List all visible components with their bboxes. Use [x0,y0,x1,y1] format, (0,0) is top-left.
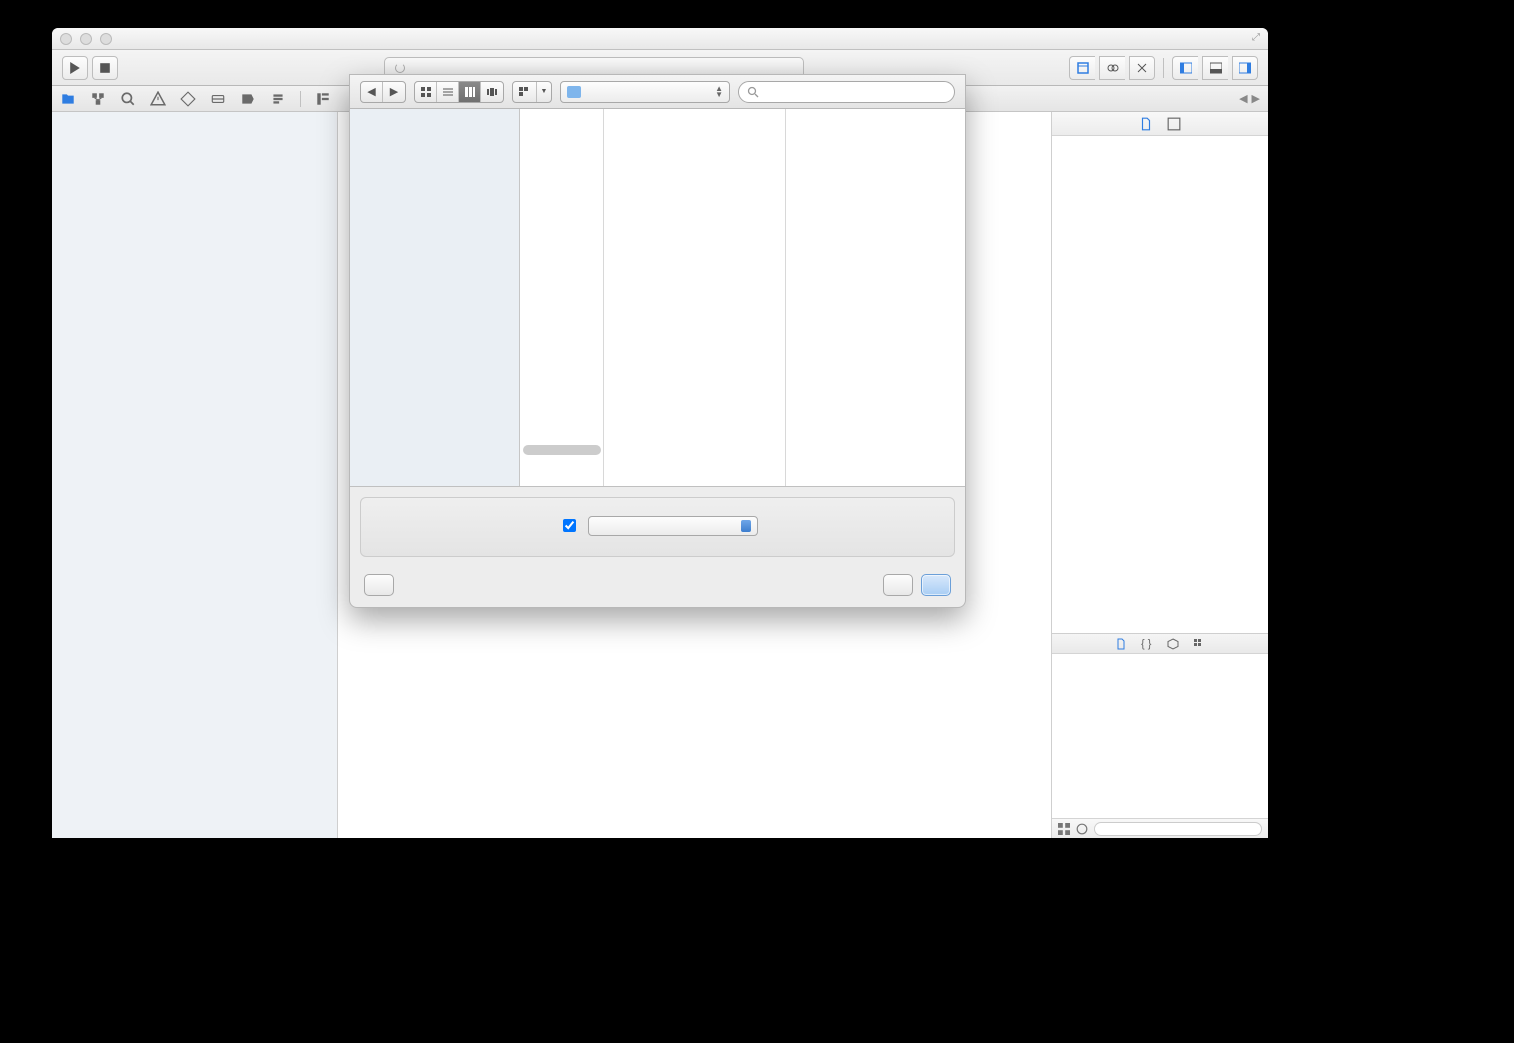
browser-col1-partial[interactable] [520,109,604,486]
favorites-header [350,109,519,123]
spinner-icon [395,63,405,73]
symbol-nav-icon[interactable] [90,91,106,107]
git-checkbox[interactable] [563,519,576,532]
library-panel: { } [1052,633,1268,838]
forward-arrow-icon[interactable]: ▶ [1252,92,1260,105]
source-control-box [360,497,955,557]
issue-nav-icon[interactable] [150,91,166,107]
code-snippet-icon[interactable]: { } [1141,638,1153,650]
quickhelp-icon[interactable] [1167,117,1181,131]
forward-icon[interactable]: ▶ [383,82,405,102]
browser-col3[interactable] [786,109,965,486]
library-footer [1052,818,1268,838]
list-view-icon[interactable] [437,82,459,102]
minimize-dot-icon[interactable] [80,33,92,45]
search-nav-icon[interactable] [120,91,136,107]
finder-sidebar[interactable] [350,109,520,486]
folder-icon [567,86,581,98]
chevron-updown-icon: ▲▼ [715,86,723,98]
back-icon[interactable]: ◀ [361,82,383,102]
panel-toggles [1172,56,1258,80]
editor-view-segment[interactable] [1069,56,1155,80]
no-selection-label [1052,136,1268,633]
project-nav-icon[interactable] [60,91,76,107]
view-mode-segment [414,81,504,103]
sheet-toolbar: ◀ ▶ ▼ ▲▼ [350,75,965,109]
toggle-utilities-icon[interactable] [1232,56,1258,80]
assistant-editor-icon[interactable] [1099,56,1125,80]
toggle-navigator-icon[interactable] [1172,56,1198,80]
breakpoint-nav-icon[interactable] [240,91,256,107]
git-location-select[interactable] [588,516,758,536]
cancel-button[interactable] [883,574,913,596]
list-view-icon[interactable] [1076,823,1088,835]
devices-header [350,123,519,137]
log-nav-icon[interactable] [270,91,286,107]
jump-arrows: ◀ ▶ [1239,92,1260,105]
library-tabs: { } [1052,634,1268,654]
nav-back-forward: ◀ ▶ [360,81,406,103]
sheet-footer [350,563,965,607]
debug-nav-icon[interactable] [210,91,226,107]
file-template-icon[interactable] [1115,638,1127,650]
coverflow-view-icon[interactable] [481,82,503,102]
library-list[interactable] [1052,654,1268,818]
navigator-panel[interactable] [52,112,338,838]
inspector-tabs [1052,112,1268,136]
stop-button[interactable] [92,56,118,80]
resize-icon[interactable]: ⤢ [1252,32,1264,44]
divider [1163,58,1164,78]
library-search[interactable] [1094,822,1262,836]
inspector-panel: { } [1051,112,1268,838]
toggle-debug-icon[interactable] [1202,56,1228,80]
search-field[interactable] [738,81,955,103]
outline-icon[interactable] [315,91,331,107]
icon-view-icon[interactable] [415,82,437,102]
standard-editor-icon[interactable] [1069,56,1095,80]
path-dropdown[interactable]: ▲▼ [560,81,730,103]
version-editor-icon[interactable] [1129,56,1155,80]
grid-view-icon[interactable] [1058,823,1070,835]
object-library-icon[interactable] [1167,638,1179,650]
column-view-icon[interactable] [459,82,481,102]
scroll-thumb[interactable] [523,445,601,455]
arrange-segment: ▼ [512,81,552,103]
run-button[interactable] [62,56,88,80]
titlebar[interactable]: ⤢ [52,28,1268,50]
new-folder-button[interactable] [364,574,394,596]
zoom-dot-icon[interactable] [100,33,112,45]
back-arrow-icon[interactable]: ◀ [1239,92,1247,105]
file-browser [350,109,965,487]
arrange-dropdown-icon[interactable]: ▼ [537,82,551,102]
save-sheet: ◀ ▶ ▼ ▲▼ [349,74,966,608]
close-dot-icon[interactable] [60,33,72,45]
test-nav-icon[interactable] [180,91,196,107]
browser-col2[interactable] [604,109,786,486]
traffic-lights [60,33,112,45]
create-button[interactable] [921,574,951,596]
file-inspector-icon[interactable] [1139,117,1153,131]
media-library-icon[interactable] [1193,638,1205,650]
arrange-icon[interactable] [513,82,537,102]
divider [300,91,301,107]
